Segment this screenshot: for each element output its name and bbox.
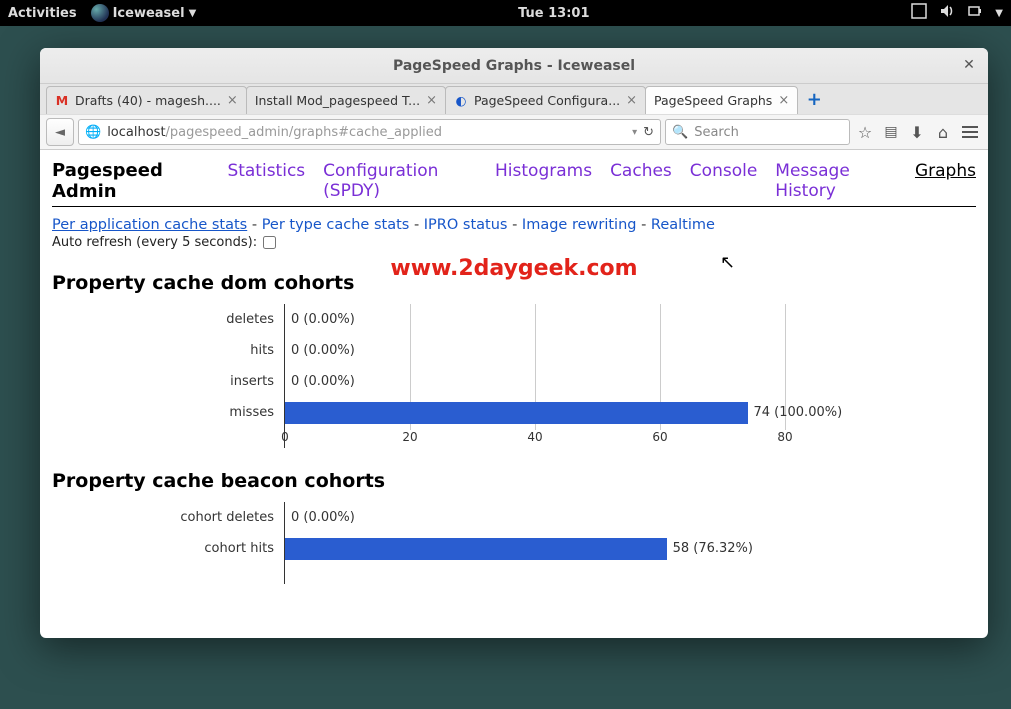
admin-link-console[interactable]: Console [690,161,758,181]
url-bar[interactable]: 🌐 localhost/pagespeed_admin/graphs#cache… [78,119,661,145]
activities-button[interactable]: Activities [8,6,77,21]
tab-close-icon[interactable]: × [426,93,437,108]
watermark-text: www.2daygeek.com [390,256,637,281]
auto-refresh-label: Auto refresh (every 5 seconds): [52,235,257,250]
tab-pagespeed-config[interactable]: ◐ PageSpeed Configura... × [445,86,646,114]
bar-row: 58 (76.32%) [285,533,976,564]
x-tick: 40 [527,430,542,444]
bar-row: 0 (0.00%) [285,366,976,397]
menu-button[interactable] [958,126,982,138]
bar-value: 74 (100.00%) [754,405,843,420]
subnav-ipro[interactable]: IPRO status [424,217,508,233]
bar-label: cohort deletes [52,502,284,533]
tab-close-icon[interactable]: × [227,93,238,108]
gmail-icon: M [55,94,69,108]
admin-link-graphs[interactable]: Graphs [915,161,976,181]
graphs-subnav: Per application cache stats - Per type c… [52,217,976,233]
chart-section: Property cache dom cohortsdeleteshitsins… [52,272,976,448]
bar-row: 0 (0.00%) [285,335,976,366]
admin-link-caches[interactable]: Caches [610,161,672,181]
battery-icon[interactable] [967,3,983,23]
tab-install-mod[interactable]: Install Mod_pagespeed T... × [246,86,446,114]
admin-link-message-history[interactable]: Message History [775,161,897,201]
bar-row: 74 (100.00%) [285,397,976,428]
auto-refresh-row: Auto refresh (every 5 seconds): [52,235,976,250]
downloads-button[interactable]: ⬇ [906,123,928,142]
search-icon: 🔍 [672,125,688,140]
chevron-down-icon: ▼ [189,8,197,19]
back-button[interactable]: ◄ [46,118,74,146]
x-tick: 0 [281,430,289,444]
x-tick: 60 [652,430,667,444]
bar-value: 0 (0.00%) [291,510,355,525]
search-placeholder: Search [694,125,739,140]
nav-toolbar: ◄ 🌐 localhost/pagespeed_admin/graphs#cac… [40,114,988,150]
cursor-icon: ↖ [720,252,735,273]
tab-close-icon[interactable]: × [778,93,789,108]
page-content: Pagespeed Admin Statistics Configuration… [40,150,988,638]
bar-row: 0 (0.00%) [285,304,976,335]
bar-value: 0 (0.00%) [291,343,355,358]
bar-value: 0 (0.00%) [291,374,355,389]
app-menu[interactable]: Iceweasel ▼ [91,4,197,22]
bar-chart: deleteshitsinsertsmisses 0 (0.00%) 0 (0.00… [52,304,976,448]
new-tab-button[interactable]: + [803,89,825,111]
browser-window: PageSpeed Graphs - Iceweasel ✕ M Drafts … [40,48,988,638]
gnome-top-bar: Activities Iceweasel ▼ Tue 13:01 ▼ [0,0,1011,26]
chart-section: Property cache beacon cohorts cohort dele… [52,470,976,584]
admin-nav: Pagespeed Admin Statistics Configuration… [52,160,976,207]
a11y-icon[interactable] [911,3,927,23]
pagespeed-icon: ◐ [454,94,468,108]
x-axis: 020406080 [285,428,976,448]
admin-title: Pagespeed Admin [52,160,209,202]
url-text: localhost/pagespeed_admin/graphs#cache_a… [107,125,626,140]
tab-strip: M Drafts (40) - magesh.... × Install Mod… [40,84,988,114]
tab-drafts[interactable]: M Drafts (40) - magesh.... × [46,86,247,114]
url-dropdown-icon[interactable]: ▾ [632,127,637,138]
auto-refresh-checkbox[interactable] [263,236,276,249]
search-bar[interactable]: 🔍 Search [665,119,850,145]
reload-button[interactable]: ↻ [643,125,654,140]
admin-link-configuration[interactable]: Configuration (SPDY) [323,161,477,201]
x-axis [285,564,976,584]
admin-link-histograms[interactable]: Histograms [495,161,592,181]
bar-chart: cohort deletescohort hits 0 (0.00%) 58 (76… [52,502,976,584]
clock[interactable]: Tue 13:01 [196,6,911,21]
bar-row: 0 (0.00%) [285,502,976,533]
bar-label: cohort hits [52,533,284,564]
window-titlebar[interactable]: PageSpeed Graphs - Iceweasel ✕ [40,48,988,84]
bar-label: inserts [52,366,284,397]
window-title: PageSpeed Graphs - Iceweasel [393,58,635,74]
chart-title: Property cache beacon cohorts [52,470,976,492]
bar [285,402,748,424]
home-button[interactable]: ⌂ [932,123,954,142]
x-tick: 80 [777,430,792,444]
admin-link-statistics[interactable]: Statistics [227,161,305,181]
bar-label: misses [52,397,284,428]
subnav-per-app[interactable]: Per application cache stats [52,217,247,233]
globe-icon: 🌐 [85,125,101,140]
subnav-realtime[interactable]: Realtime [651,217,715,233]
bar [285,538,667,560]
bar-value: 58 (76.32%) [673,541,753,556]
subnav-per-type[interactable]: Per type cache stats [262,217,410,233]
tab-close-icon[interactable]: × [626,93,637,108]
bookmark-star-button[interactable]: ☆ [854,123,876,142]
bar-label: deletes [52,304,284,335]
tab-pagespeed-graphs[interactable]: PageSpeed Graphs × [645,86,798,114]
bar-label: hits [52,335,284,366]
window-close-button[interactable]: ✕ [960,56,978,74]
system-menu-chevron-icon[interactable]: ▼ [995,8,1003,19]
x-tick: 20 [402,430,417,444]
volume-icon[interactable] [939,3,955,23]
bar-value: 0 (0.00%) [291,312,355,327]
iceweasel-icon [91,4,109,22]
reader-view-button[interactable]: ▤ [880,124,902,140]
subnav-image-rewriting[interactable]: Image rewriting [522,217,637,233]
